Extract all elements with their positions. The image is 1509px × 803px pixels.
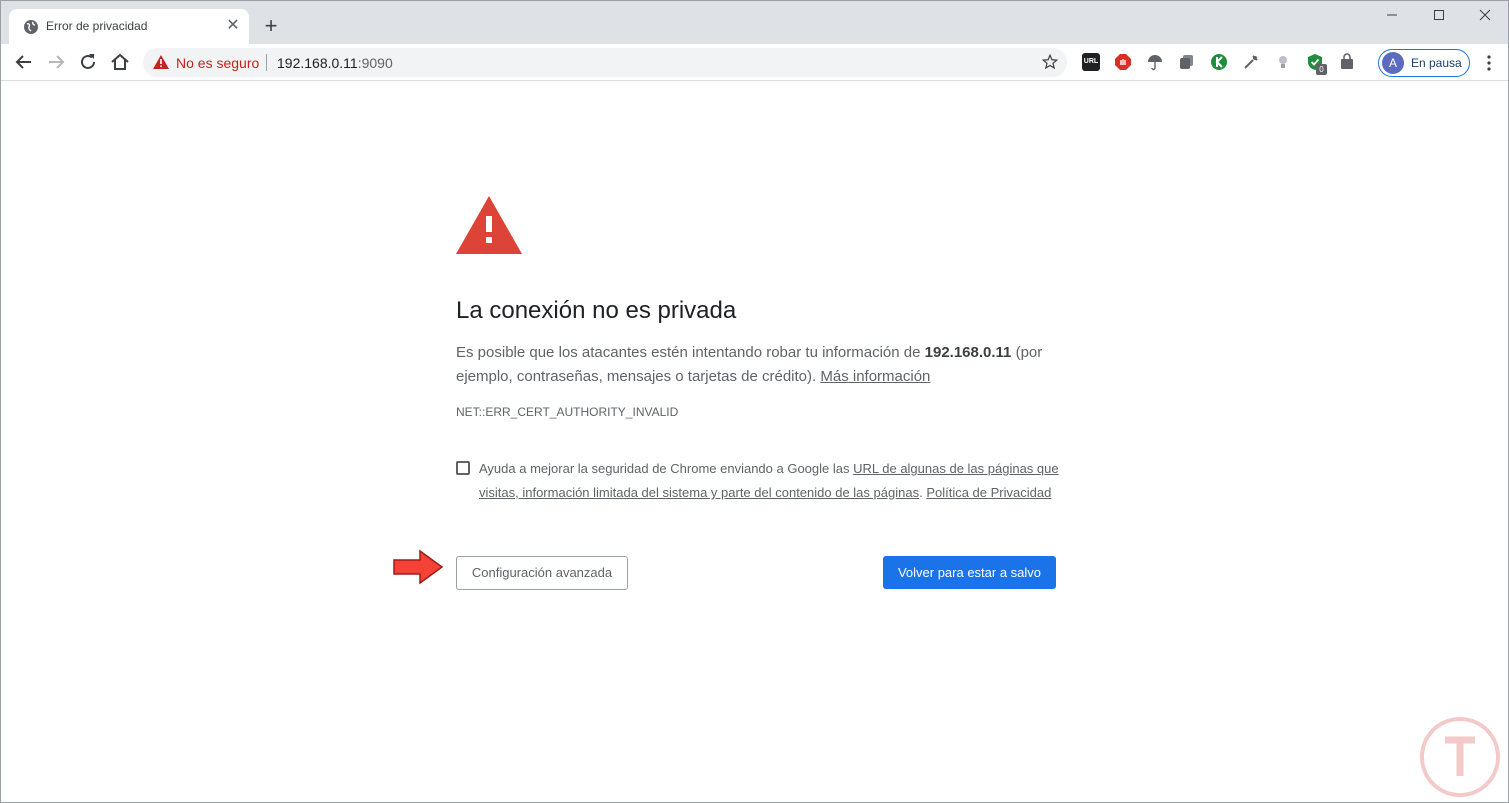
copy-icon[interactable]: [1178, 53, 1196, 71]
shield-check-extension[interactable]: 0: [1306, 53, 1330, 77]
tab-title: Error de privacidad: [46, 19, 148, 33]
large-warning-icon: [456, 196, 522, 254]
maximize-icon: [1434, 10, 1444, 20]
home-icon[interactable]: [108, 50, 132, 74]
url-host: 192.168.0.11: [277, 55, 358, 71]
new-tab-button[interactable]: +: [260, 15, 282, 37]
tab-strip: Error de privacidad ✕ +: [1, 1, 1508, 44]
maximize-button[interactable]: [1416, 5, 1462, 27]
reload-icon[interactable]: [76, 50, 100, 74]
bulb-icon[interactable]: [1274, 53, 1292, 71]
minimize-icon: [1387, 14, 1397, 16]
browser-window: Error de privacidad ✕ + No es seguro 192…: [0, 0, 1509, 803]
address-bar[interactable]: No es seguro 192.168.0.11:9090: [143, 48, 1067, 77]
k-extension-icon[interactable]: [1210, 53, 1228, 71]
bag-icon[interactable]: [1338, 53, 1356, 71]
tab-close-icon[interactable]: ✕: [225, 18, 241, 34]
toolbar: No es seguro 192.168.0.11:9090 URL 0 A E…: [1, 44, 1508, 81]
error-code: NET::ERR_CERT_AUTHORITY_INVALID: [456, 405, 679, 419]
back-to-safety-button[interactable]: Volver para estar a salvo: [883, 556, 1056, 589]
close-button[interactable]: [1462, 5, 1508, 27]
page-title: La conexión no es privada: [456, 297, 737, 324]
url-port: :9090: [357, 55, 393, 71]
kebab-menu-icon[interactable]: [1480, 52, 1498, 74]
adblock-icon[interactable]: [1114, 53, 1132, 71]
tab-active[interactable]: Error de privacidad ✕: [9, 9, 249, 44]
minimize-button[interactable]: [1369, 5, 1415, 27]
umbrella-icon[interactable]: [1146, 53, 1164, 71]
omnibox-separator: [266, 54, 267, 71]
url-text[interactable]: 192.168.0.11:9090: [277, 55, 393, 71]
avatar: A: [1382, 52, 1404, 74]
extension-badge-count: 0: [1316, 64, 1327, 75]
security-status-label[interactable]: No es seguro: [176, 55, 259, 71]
annotation-arrow-icon: [393, 549, 444, 585]
back-arrow-icon[interactable]: [12, 50, 36, 74]
watermark-logo-icon: [1420, 717, 1500, 797]
privacy-policy-link[interactable]: Política de Privacidad: [926, 485, 1051, 500]
optin-checkbox[interactable]: [456, 461, 470, 475]
url-shortener-icon[interactable]: URL: [1082, 53, 1100, 71]
profile-button[interactable]: A En pausa: [1378, 49, 1470, 77]
description-host: 192.168.0.11: [924, 344, 1012, 361]
description-text-1: Es posible que los atacantes estén inten…: [456, 344, 925, 361]
error-description: Es posible que los atacantes estén inten…: [456, 341, 1056, 389]
bookmark-star-icon[interactable]: [1041, 53, 1059, 71]
pipette-icon[interactable]: [1242, 53, 1260, 71]
forward-arrow-icon[interactable]: [44, 50, 68, 74]
optin-label: Ayuda a mejorar la seguridad de Chrome e…: [479, 457, 1059, 505]
more-info-link[interactable]: Más información: [820, 368, 930, 385]
profile-status-label: En pausa: [1411, 56, 1462, 70]
advanced-settings-button[interactable]: Configuración avanzada: [456, 556, 628, 590]
optin-text: Ayuda a mejorar la seguridad de Chrome e…: [479, 461, 854, 476]
warning-triangle-icon[interactable]: [153, 55, 169, 69]
globe-icon: [24, 20, 38, 34]
close-icon: [1479, 9, 1491, 21]
